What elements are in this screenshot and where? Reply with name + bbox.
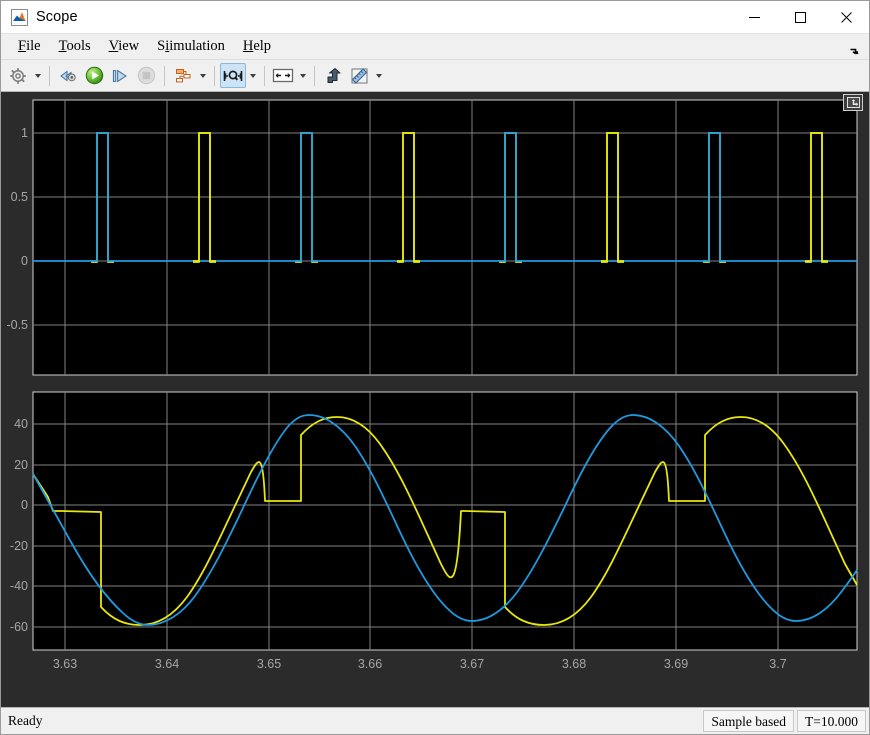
status-bar: Ready Sample based T=10.000 (1, 707, 869, 734)
chevron-down-icon (249, 73, 256, 78)
menu-tools[interactable]: Tools (50, 36, 100, 57)
toolbar-separator (314, 65, 315, 86)
toolbar-separator (214, 65, 215, 86)
lower-plot: 40 20 0 -20 -40 -60 (10, 391, 858, 651)
signal-selection-dropdown[interactable] (196, 63, 209, 88)
upper-plot: 1 0.5 0 -0.5 (6, 99, 858, 376)
simulink-model-button[interactable] (55, 63, 81, 88)
float-panel-icon[interactable] (843, 94, 863, 111)
svg-text:-0.5: -0.5 (6, 318, 28, 332)
menu-bar: File Tools View Siimulation Help (1, 33, 869, 59)
chevron-down-icon (34, 73, 41, 78)
window-title: Scope (36, 9, 78, 25)
menu-simulation[interactable]: Siimulation (148, 36, 234, 57)
status-time: T=10.000 (797, 710, 866, 732)
svg-text:-20: -20 (10, 539, 28, 553)
menu-view-label: iew (118, 38, 140, 54)
menu-tools-label: ools (66, 38, 91, 54)
measurements-button[interactable] (346, 63, 372, 88)
run-button[interactable] (81, 63, 107, 88)
stop-button[interactable] (133, 63, 159, 88)
measurements-dropdown[interactable] (372, 63, 385, 88)
zoom-in-x-dropdown[interactable] (246, 63, 259, 88)
svg-text:3.67: 3.67 (460, 657, 484, 671)
scope-plot-area[interactable]: 1 0.5 0 -0.5 40 20 0 -20 -40 -60 3.63 3.… (1, 92, 869, 707)
chevron-down-icon (375, 73, 382, 78)
svg-text:3.66: 3.66 (358, 657, 382, 671)
status-message: Ready (8, 713, 43, 728)
toolbar-separator (49, 65, 50, 86)
svg-text:0.5: 0.5 (11, 190, 28, 204)
svg-text:20: 20 (14, 458, 28, 472)
menu-file[interactable]: File (9, 36, 50, 57)
svg-text:1: 1 (21, 126, 28, 140)
menu-help[interactable]: Help (234, 36, 280, 57)
svg-text:3.64: 3.64 (155, 657, 179, 671)
title-bar: Scope (1, 1, 869, 33)
expand-arrow-icon[interactable] (849, 45, 861, 57)
menu-file-label: ile (26, 38, 41, 54)
toolbar-separator (264, 65, 265, 86)
menu-simulation-label: imulation (169, 38, 225, 54)
svg-text:-60: -60 (10, 620, 28, 634)
matlab-scope-icon (11, 8, 28, 26)
svg-text:-40: -40 (10, 579, 28, 593)
window-controls (731, 1, 869, 33)
step-forward-button[interactable] (107, 63, 133, 88)
chevron-down-icon (199, 73, 206, 78)
svg-text:0: 0 (21, 254, 28, 268)
svg-text:3.63: 3.63 (53, 657, 77, 671)
configuration-properties-button[interactable] (5, 63, 31, 88)
highlight-signal-button[interactable] (320, 63, 346, 88)
svg-text:3.68: 3.68 (562, 657, 586, 671)
autoscale-dropdown[interactable] (296, 63, 309, 88)
svg-text:3.69: 3.69 (664, 657, 688, 671)
svg-text:0: 0 (21, 498, 28, 512)
toolbar (1, 59, 869, 92)
toolbar-separator (164, 65, 165, 86)
close-button[interactable] (823, 1, 869, 33)
menu-help-label: elp (253, 38, 272, 54)
scope-charts: 1 0.5 0 -0.5 40 20 0 -20 -40 -60 3.63 3.… (1, 92, 869, 677)
svg-text:40: 40 (14, 417, 28, 431)
maximize-button[interactable] (777, 1, 823, 33)
svg-text:3.65: 3.65 (257, 657, 281, 671)
autoscale-button[interactable] (270, 63, 296, 88)
signal-selection-button[interactable] (170, 63, 196, 88)
zoom-in-x-button[interactable] (220, 63, 246, 88)
menu-view[interactable]: View (100, 36, 149, 57)
minimize-button[interactable] (731, 1, 777, 33)
status-frame-mode: Sample based (703, 710, 794, 732)
chevron-down-icon (299, 73, 306, 78)
svg-text:3.7: 3.7 (769, 657, 786, 671)
configuration-properties-dropdown[interactable] (31, 63, 44, 88)
scope-window: Scope File Tools View Siimulation Help 1… (0, 0, 870, 735)
